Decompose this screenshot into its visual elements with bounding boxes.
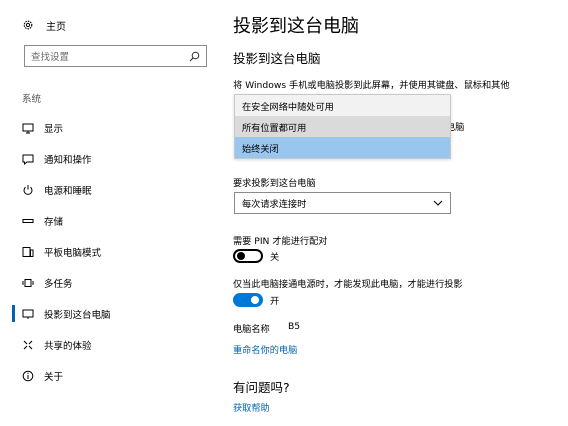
sidebar-item-label: 存储 bbox=[44, 216, 64, 228]
sidebar-item-label: 投影到这台电脑 bbox=[44, 309, 111, 321]
pc-name-value: B5 bbox=[288, 321, 301, 332]
home-link[interactable]: 主页 bbox=[22, 17, 66, 33]
page-title: 投影到这台电脑 bbox=[233, 16, 359, 37]
help-heading: 有问题吗? bbox=[233, 380, 290, 395]
sidebar-item-notifications[interactable]: 通知和操作 bbox=[0, 143, 218, 174]
message-icon bbox=[22, 153, 34, 165]
project-icon bbox=[22, 308, 34, 320]
multitask-icon bbox=[22, 277, 34, 289]
home-label: 主页 bbox=[46, 21, 66, 33]
sidebar-item-label: 电源和睡眠 bbox=[44, 185, 92, 197]
pin-toggle-row: 关 bbox=[233, 249, 279, 263]
pin-toggle-state: 关 bbox=[270, 252, 280, 263]
sidebar: 主页 查找设置 系统 显示 通知和操作 电源和睡眠 存储 平板电脑模式 多任务 … bbox=[0, 0, 218, 426]
power-toggle-row: 开 bbox=[233, 293, 279, 307]
sidebar-item-about[interactable]: 关于 bbox=[0, 360, 218, 391]
sidebar-item-power[interactable]: 电源和睡眠 bbox=[0, 174, 218, 205]
power-icon bbox=[22, 184, 34, 196]
toggle-knob bbox=[237, 252, 245, 260]
search-placeholder: 查找设置 bbox=[31, 52, 70, 63]
power-label: 仅当此电脑接通电源时，才能发现此电脑，才能进行投影 bbox=[233, 279, 463, 290]
ask-select[interactable]: 每次请求连接时 bbox=[234, 192, 451, 214]
tablet-icon bbox=[22, 246, 34, 258]
availability-dropdown-list[interactable]: 在安全网络中随处可用 所有位置都可用 始终关闭 bbox=[234, 94, 451, 159]
get-help-link[interactable]: 获取帮助 bbox=[233, 400, 270, 414]
sidebar-item-tablet[interactable]: 平板电脑模式 bbox=[0, 236, 218, 267]
section-heading: 投影到这台电脑 bbox=[233, 51, 321, 66]
info-icon bbox=[22, 370, 34, 382]
pin-toggle[interactable] bbox=[233, 249, 263, 263]
pin-label: 需要 PIN 才能进行配对 bbox=[233, 236, 328, 247]
toggle-knob bbox=[251, 296, 259, 304]
sidebar-item-label: 通知和操作 bbox=[44, 154, 92, 166]
sidebar-item-shared[interactable]: 共享的体验 bbox=[0, 329, 218, 360]
chevron-down-icon bbox=[433, 198, 443, 208]
sidebar-nav: 显示 通知和操作 电源和睡眠 存储 平板电脑模式 多任务 投影到这台电脑 共享的… bbox=[0, 112, 218, 391]
sidebar-item-project[interactable]: 投影到这台电脑 bbox=[0, 298, 218, 329]
share-icon bbox=[22, 339, 34, 351]
ask-label: 要求投影到这台电脑 bbox=[233, 178, 316, 189]
dropdown-option[interactable]: 所有位置都可用 bbox=[235, 116, 450, 137]
description-text: 将 Windows 手机或电脑投影到此屏幕，并使用其键盘、鼠标和其他 bbox=[233, 80, 510, 91]
sidebar-item-storage[interactable]: 存储 bbox=[0, 205, 218, 236]
pc-name-row: 电脑名称 B5 bbox=[233, 321, 300, 335]
ask-select-value: 每次请求连接时 bbox=[242, 199, 307, 210]
dropdown-option-selected[interactable]: 始终关闭 bbox=[235, 137, 450, 158]
sidebar-item-label: 共享的体验 bbox=[44, 340, 92, 352]
power-toggle-state: 开 bbox=[270, 296, 280, 307]
sidebar-item-multitask[interactable]: 多任务 bbox=[0, 267, 218, 298]
sidebar-item-label: 关于 bbox=[44, 371, 64, 383]
search-icon[interactable] bbox=[189, 51, 200, 62]
storage-icon bbox=[22, 215, 34, 227]
sidebar-item-display[interactable]: 显示 bbox=[0, 112, 218, 143]
pc-name-key: 电脑名称 bbox=[233, 324, 270, 335]
power-toggle[interactable] bbox=[233, 293, 263, 307]
rename-link[interactable]: 重命名你的电脑 bbox=[233, 342, 297, 356]
search-input[interactable]: 查找设置 bbox=[24, 45, 207, 67]
sidebar-item-label: 多任务 bbox=[44, 278, 73, 290]
section-title: 系统 bbox=[22, 94, 42, 105]
gear-icon bbox=[22, 19, 34, 31]
sidebar-item-label: 平板电脑模式 bbox=[44, 247, 102, 259]
monitor-icon bbox=[22, 122, 34, 134]
sidebar-item-label: 显示 bbox=[44, 123, 64, 135]
dropdown-option[interactable]: 在安全网络中随处可用 bbox=[235, 95, 450, 116]
main-content: 投影到这台电脑 投影到这台电脑 将 Windows 手机或电脑投影到此屏幕，并使… bbox=[218, 0, 568, 426]
